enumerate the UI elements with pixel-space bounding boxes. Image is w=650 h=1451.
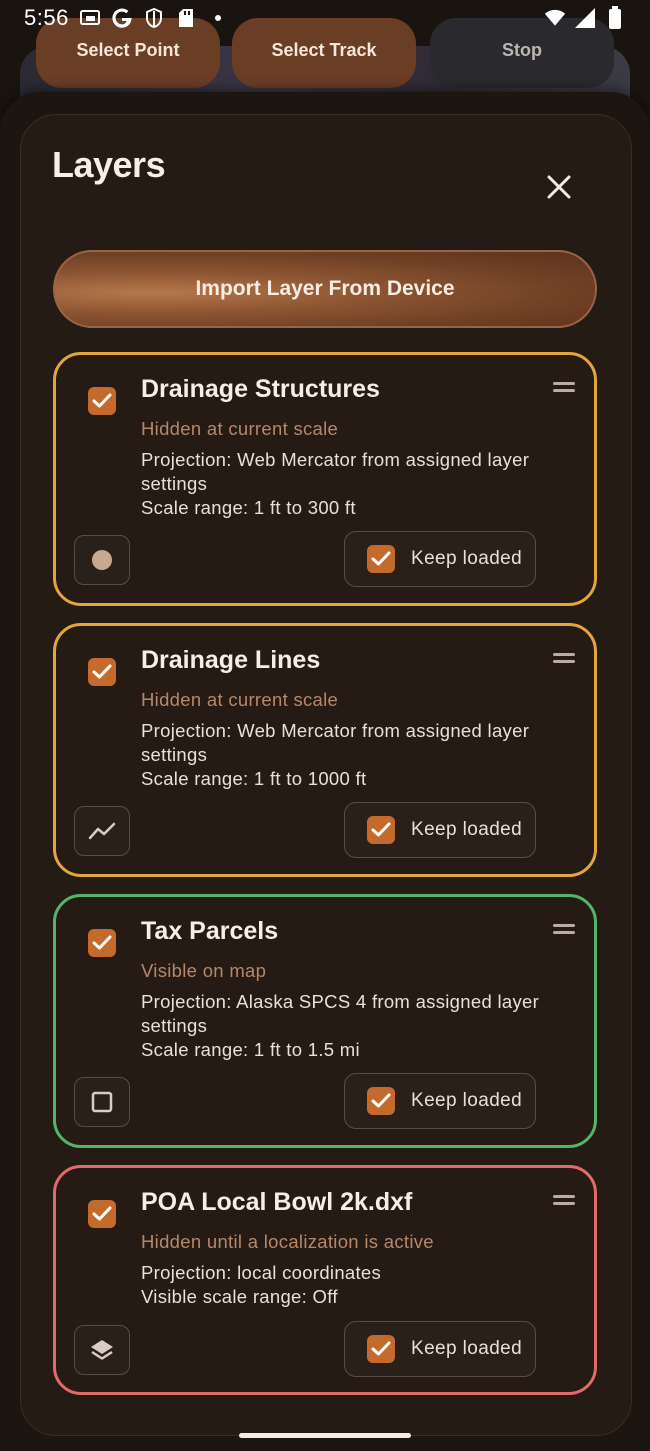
keep-loaded-checkbox xyxy=(367,545,395,573)
layer-name: Drainage Lines xyxy=(141,646,321,674)
check-icon xyxy=(371,1341,391,1356)
layer-status: Hidden until a localization is active xyxy=(141,1231,434,1252)
layer-card-tax-parcels: Tax Parcels Visible on map Projection: A… xyxy=(53,894,597,1148)
status-bar: 5:56 xyxy=(0,0,650,36)
keep-loaded-toggle[interactable]: Keep loaded xyxy=(344,1073,536,1129)
close-button[interactable] xyxy=(538,166,580,208)
drag-handle-icon[interactable] xyxy=(553,924,575,934)
layer-details: Projection: local coordinates Visible sc… xyxy=(141,1261,551,1309)
import-layer-button[interactable]: Import Layer From Device xyxy=(53,250,597,328)
keep-loaded-checkbox xyxy=(367,1335,395,1363)
layer-name: POA Local Bowl 2k.dxf xyxy=(141,1188,413,1216)
drag-handle-icon[interactable] xyxy=(553,382,575,392)
layer-details: Projection: Web Mercator from assigned l… xyxy=(141,719,551,791)
layer-style-button[interactable] xyxy=(74,806,130,856)
check-icon xyxy=(92,664,112,679)
close-icon xyxy=(547,175,571,199)
layer-details: Projection: Web Mercator from assigned l… xyxy=(141,448,551,520)
wifi-icon xyxy=(544,7,566,29)
layer-name: Tax Parcels xyxy=(141,917,279,945)
layer-scale-range: Scale range: 1 ft to 300 ft xyxy=(141,497,356,518)
keep-loaded-label: Keep loaded xyxy=(411,548,523,569)
drag-handle-icon[interactable] xyxy=(553,1195,575,1205)
layer-status: Hidden at current scale xyxy=(141,689,339,710)
layer-scale-range: Scale range: 1 ft to 1000 ft xyxy=(141,768,367,789)
keep-loaded-toggle[interactable]: Keep loaded xyxy=(344,531,536,587)
signal-icon xyxy=(574,7,596,29)
page-title: Layers xyxy=(52,144,166,185)
check-icon xyxy=(371,551,391,566)
check-icon xyxy=(92,393,112,408)
battery-icon xyxy=(604,6,626,29)
polygon-icon xyxy=(91,1091,113,1113)
layer-status: Hidden at current scale xyxy=(141,418,339,439)
layer-style-button[interactable] xyxy=(74,1077,130,1127)
keep-loaded-toggle[interactable]: Keep loaded xyxy=(344,1321,536,1377)
shield-icon xyxy=(143,7,165,29)
layer-scale-range: Visible scale range: Off xyxy=(141,1286,338,1307)
layer-projection: Projection: Web Mercator from assigned l… xyxy=(141,720,530,765)
line-icon xyxy=(88,822,116,840)
home-indicator[interactable] xyxy=(239,1433,411,1438)
status-time: 5:56 xyxy=(24,5,69,30)
layer-card-drainage-lines: Drainage Lines Hidden at current scale P… xyxy=(53,623,597,877)
keep-loaded-label: Keep loaded xyxy=(411,1090,523,1111)
cast-icon xyxy=(79,7,101,29)
drag-handle-icon[interactable] xyxy=(553,653,575,663)
layer-projection: Projection: local coordinates xyxy=(141,1262,382,1283)
layer-card-drainage-structures: Drainage Structures Hidden at current sc… xyxy=(53,352,597,606)
google-icon xyxy=(111,7,133,29)
layer-scale-range: Scale range: 1 ft to 1.5 mi xyxy=(141,1039,360,1060)
keep-loaded-label: Keep loaded xyxy=(411,819,523,840)
keep-loaded-checkbox xyxy=(367,816,395,844)
layer-style-button[interactable] xyxy=(74,1325,130,1375)
layer-card-poa-local-bowl: POA Local Bowl 2k.dxf Hidden until a loc… xyxy=(53,1165,597,1395)
screen: 5:56 Select Point Select Track Stop Laye… xyxy=(0,0,650,1451)
layer-style-button[interactable] xyxy=(74,535,130,585)
check-icon xyxy=(92,1206,112,1221)
check-icon xyxy=(371,1093,391,1108)
layer-visible-checkbox[interactable] xyxy=(88,658,116,686)
point-icon xyxy=(92,550,112,570)
layer-details: Projection: Alaska SPCS 4 from assigned … xyxy=(141,990,551,1062)
layer-projection: Projection: Alaska SPCS 4 from assigned … xyxy=(141,991,540,1036)
check-icon xyxy=(371,822,391,837)
layer-visible-checkbox[interactable] xyxy=(88,387,116,415)
layer-projection: Projection: Web Mercator from assigned l… xyxy=(141,449,530,494)
dot-icon xyxy=(207,7,229,29)
sd-card-icon xyxy=(175,7,197,29)
layer-name: Drainage Structures xyxy=(141,375,380,403)
check-icon xyxy=(92,935,112,950)
keep-loaded-label: Keep loaded xyxy=(411,1338,523,1359)
layer-visible-checkbox[interactable] xyxy=(88,1200,116,1228)
layers-icon xyxy=(91,1340,113,1360)
keep-loaded-toggle[interactable]: Keep loaded xyxy=(344,802,536,858)
layer-status: Visible on map xyxy=(141,960,267,981)
layer-visible-checkbox[interactable] xyxy=(88,929,116,957)
keep-loaded-checkbox xyxy=(367,1087,395,1115)
